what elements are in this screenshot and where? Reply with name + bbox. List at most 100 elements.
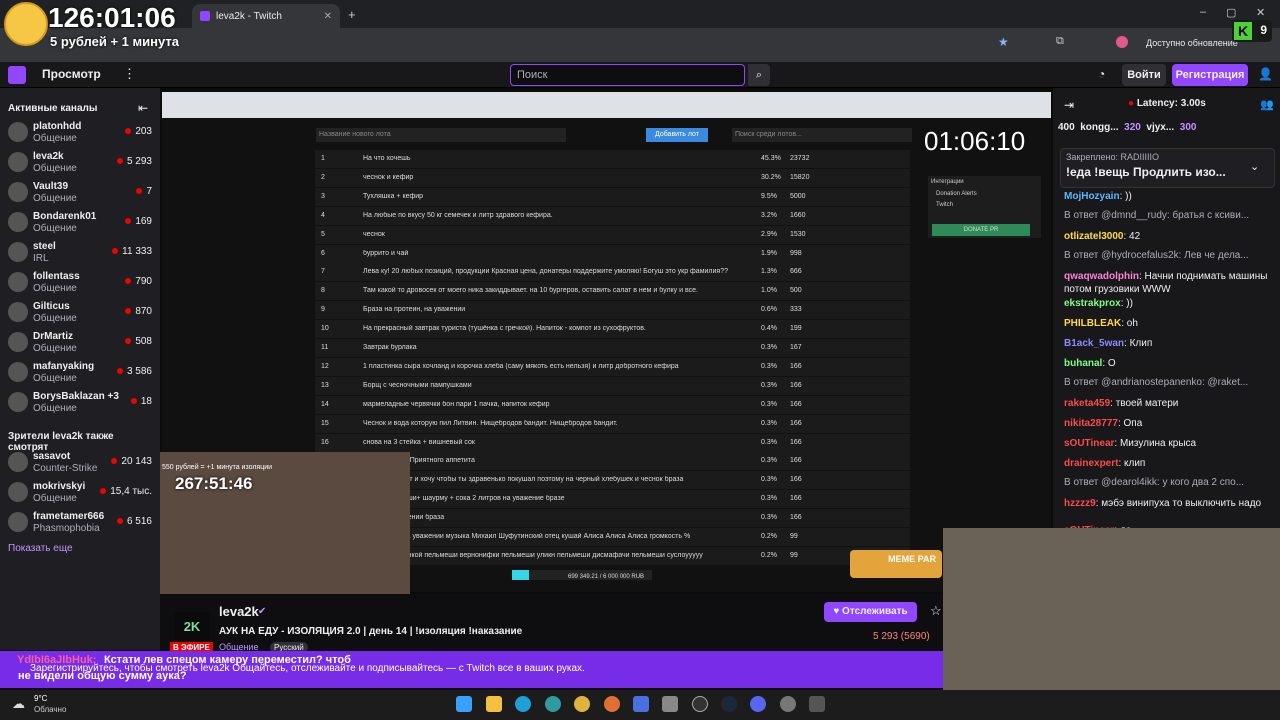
chat-username[interactable]: drainexpert [1064,458,1118,469]
lot-number: 12 [321,362,329,370]
settings-icon[interactable] [780,696,796,712]
lot-title: Браза на протеин, на уважении [363,306,466,314]
edge-icon[interactable] [515,696,531,712]
chat-username[interactable]: sOUTinear [1064,438,1114,449]
chat-reply-context: В ответ @dearol4ikk: у кого два 2 спо... [1064,477,1245,488]
lot-number: 8 [321,287,325,295]
maximize-icon[interactable]: ▢ [1226,6,1236,19]
close-tab-icon[interactable]: ✕ [324,11,332,22]
avatar [8,452,28,472]
twitch-logo-icon[interactable] [8,66,26,84]
live-dot-icon [125,278,132,284]
progress-text: 699 349.21 / 6 000 000 RUB [568,574,645,580]
new-tab-icon[interactable]: + [348,7,356,22]
bookmark-star-icon[interactable]: ★ [998,35,1009,49]
lot-row: 3 Тухляшка + кефир 9.5% 5000 [315,187,910,206]
sidebar-channel[interactable]: BorysBaklazan +3 Общение 18 [0,388,160,418]
discord-icon[interactable] [750,696,766,712]
users-icon[interactable]: 👥 [1260,98,1274,111]
chat-username[interactable]: PHILBLEAK [1064,318,1121,329]
app-icon[interactable] [604,696,620,712]
minimize-icon[interactable]: – [1200,6,1206,18]
file-explorer-icon[interactable] [486,696,502,712]
steam-icon[interactable] [721,696,737,712]
sidebar-channel[interactable]: mafanyaking Общение 3 586 [0,358,160,388]
channel-category: Общение [33,193,77,204]
extensions-icon[interactable]: ⧉ [1056,35,1064,48]
sidebar-channel[interactable]: Gilticus Общение 870 [0,298,160,328]
search-icon[interactable]: ⌕ [748,64,770,86]
channel-name[interactable]: leva2k [219,604,259,619]
chat-username[interactable]: hzzzz9 [1064,498,1096,509]
windows-start-icon[interactable] [456,696,472,712]
avatar [8,392,28,412]
lot-percent: 0.2% [761,551,777,559]
address-bar[interactable] [0,28,1280,62]
sidebar-channel[interactable]: steel IRL 11 333 [0,238,160,268]
lot-row: 11 Завтрак бурлака 0.3% 167 [315,339,910,357]
sidebar-channel[interactable]: frametamer666 Phasmophobia 6 516 [0,508,160,538]
channel-name: steel [33,241,56,252]
obs-icon[interactable] [692,696,708,712]
hype-value: 400 [1058,122,1075,133]
user-icon[interactable]: 👤 [1258,67,1273,81]
channel-name: frametamer666 [33,511,105,522]
kick-count: 9 [1260,23,1267,37]
channel-avatar[interactable]: 2K [174,612,210,642]
chat-username[interactable]: qwaqwadolphin [1064,271,1139,282]
sidebar-channel[interactable]: Vault39 Общение 7 [0,178,160,208]
chrome-icon[interactable] [574,696,590,712]
browser-tab[interactable]: leva2k - Twitch ✕ [192,4,340,28]
viewer-count: 15,4 тыс. [100,486,152,497]
profile-avatar[interactable] [1116,36,1128,48]
hype-user: kongg... [1080,122,1119,133]
sidebar-channel[interactable]: Bondarenk01 Общение 169 [0,208,160,238]
sidebar-channel[interactable]: mokrivskyi Общение 15,4 тыс. [0,478,160,508]
viewer-count: 5 293 [116,156,152,167]
lot-amount: 23732 [790,155,810,162]
inner-browser-tabs [162,92,1051,118]
more-menu-icon[interactable]: ⋮ [123,66,136,82]
sidebar-channel[interactable]: leva2k Общение 5 293 [0,148,160,178]
search-input[interactable]: Поиск [510,64,745,86]
lot-row: 16 снова на 3 стейка + вишневый сок 0.3%… [315,433,910,452]
chat-username[interactable]: buhanal [1064,358,1102,369]
chat-username[interactable]: otlizatel3000 [1064,231,1123,242]
avatar [8,212,28,232]
collapse-sidebar-icon[interactable]: ⇤ [138,101,148,115]
chevron-down-icon[interactable]: ⌄ [1250,160,1259,173]
app-icon[interactable] [662,696,678,712]
sidebar-channel[interactable]: sasavot Counter-Strike 20 143 [0,448,160,478]
calculator-icon[interactable] [809,696,825,712]
lot-amount: 500 [790,287,802,295]
sidebar-channel[interactable]: follentass Общение 790 [0,268,160,298]
chat-username[interactable]: MojHozyain [1064,191,1120,202]
viewer-number: 7 [146,186,152,197]
update-button[interactable]: Доступно обновление [1140,36,1244,50]
app-icon[interactable] [545,696,561,712]
signup-button[interactable]: Регистрация [1172,64,1248,86]
viewer-number: 508 [135,336,152,347]
channel-category: Общение [33,313,77,324]
chat-username[interactable]: B1ack_5wan [1064,338,1124,349]
lot-percent: 1.3% [761,268,777,276]
browse-link[interactable]: Просмотр [42,67,101,81]
cloud-icon: ☁ [12,696,25,711]
chart-app-icon[interactable] [633,696,649,712]
lot-number: 9 [321,306,325,314]
login-button[interactable]: Войти [1122,64,1166,86]
expand-chat-icon[interactable]: ⇥ [1064,98,1074,112]
lot-title: На прекрасный завтрак туриста (тушёнка с… [363,325,646,333]
lot-percent: 0.6% [761,306,777,314]
chat-username[interactable]: raketa459 [1064,398,1110,409]
chat-username[interactable]: nikita28777 [1064,418,1118,429]
chat-username[interactable]: ekstrakprox [1064,298,1121,309]
star-icon[interactable]: ☆ [930,603,942,619]
live-dot-icon [116,158,123,164]
close-window-icon[interactable]: ✕ [1256,6,1265,19]
show-more-link[interactable]: Показать еще [8,543,73,554]
follow-button[interactable]: ♥ Отслеживать [824,602,917,622]
sidebar-channel[interactable]: DrMartiz Общение 508 [0,328,160,358]
sidebar-channel[interactable]: platonhdd Общение 203 [0,118,160,148]
prime-crown-icon[interactable]: ◔ [1098,67,1105,81]
